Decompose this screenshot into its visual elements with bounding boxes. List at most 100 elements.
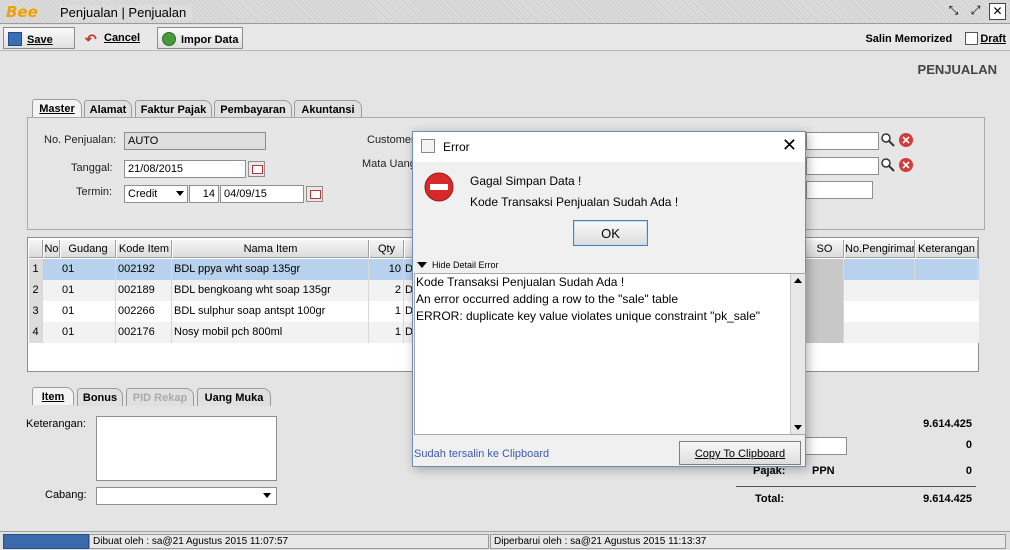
kode-item-cell[interactable]: 002189: [117, 280, 172, 301]
dialog-title-bar: Error ✕: [413, 132, 805, 162]
gudang-cell[interactable]: 01: [61, 280, 116, 301]
tab-master[interactable]: Master: [32, 99, 82, 117]
gudang-cell[interactable]: 01: [61, 301, 116, 322]
tab-akuntansi[interactable]: Akuntansi: [294, 100, 362, 118]
no-penjualan-field: AUTO: [124, 132, 266, 150]
search-icon[interactable]: [880, 132, 897, 149]
updated-by-status: Diperbarui oleh : sa@21 Agustus 2015 11:…: [490, 534, 1006, 549]
error-icon: [424, 172, 454, 205]
col-header-nama-item[interactable]: Nama Item: [173, 240, 369, 258]
keterangan-label: Keterangan:: [26, 418, 86, 430]
row-number: 1: [29, 259, 43, 280]
copy-to-clipboard-button[interactable]: Copy To Clipboard: [679, 441, 801, 465]
total-value: 9.614.425: [923, 493, 972, 505]
termin-days-field[interactable]: 14: [189, 185, 219, 203]
error-message-line2: Kode Transaksi Penjualan Sudah Ada !: [470, 195, 679, 209]
java-icon: [421, 139, 435, 153]
keterangan-textarea[interactable]: [96, 416, 277, 481]
customer-field[interactable]: [806, 132, 879, 150]
so-cell[interactable]: [806, 301, 844, 322]
tanggal-field[interactable]: 21/08/2015: [124, 160, 246, 178]
row-header-corner: [29, 240, 43, 258]
gudang-cell[interactable]: 01: [61, 322, 116, 343]
mata-uang-label: Mata Uang: [362, 158, 416, 170]
no-pengiriman-cell[interactable]: [845, 259, 915, 280]
tab-pembayaran[interactable]: Pembayaran: [214, 100, 292, 118]
termin-label: Termin:: [76, 186, 113, 198]
tab-uang-muka[interactable]: Uang Muka: [197, 388, 271, 406]
salin-memorized-button[interactable]: Salin Memorized: [865, 33, 952, 45]
so-cell[interactable]: [806, 280, 844, 301]
termin-date-field[interactable]: 04/09/15: [220, 185, 304, 203]
tab-bonus[interactable]: Bonus: [77, 388, 123, 406]
progress-indicator: [3, 534, 89, 549]
termin-select[interactable]: Credit: [124, 185, 188, 203]
col-header-keterangan[interactable]: Keterangan: [916, 240, 978, 258]
calendar-icon[interactable]: [306, 186, 323, 202]
nama-item-cell[interactable]: BDL sulphur soap antspt 100gr: [173, 301, 369, 322]
ok-button[interactable]: OK: [573, 220, 648, 246]
draft-checkbox[interactable]: [965, 32, 979, 45]
restore-icon[interactable]: ⤡: [945, 3, 962, 20]
scroll-up-icon[interactable]: [794, 278, 802, 283]
total-label: Total:: [755, 493, 785, 505]
cabang-select[interactable]: [96, 487, 277, 505]
close-icon[interactable]: ✕: [782, 136, 797, 156]
error-detail-textarea[interactable]: Kode Transaksi Penjualan Sudah Ada ! An …: [414, 273, 806, 435]
gudang-cell[interactable]: 01: [61, 259, 116, 280]
qty-cell[interactable]: 1: [370, 301, 404, 322]
close-icon[interactable]: ✕: [989, 3, 1006, 20]
keterangan-cell[interactable]: [916, 259, 978, 280]
status-bar: Dibuat oleh : sa@21 Agustus 2015 11:07:5…: [0, 531, 1010, 550]
row-number: 3: [29, 301, 43, 322]
detail-line: Kode Transaksi Penjualan Sudah Ada !: [416, 275, 625, 289]
nama-item-cell[interactable]: BDL bengkoang wht soap 135gr: [173, 280, 369, 301]
chevron-down-icon: [176, 191, 184, 196]
col-header-gudang[interactable]: Gudang: [61, 240, 116, 258]
col-header-no[interactable]: No: [44, 240, 60, 258]
nama-item-cell[interactable]: BDL ppya wht soap 135gr: [173, 259, 369, 280]
col-header-kode-item[interactable]: Kode Item: [117, 240, 172, 258]
qty-cell[interactable]: 1: [370, 322, 404, 343]
qty-cell[interactable]: 2: [370, 280, 404, 301]
so-cell[interactable]: [806, 259, 844, 280]
kode-item-cell[interactable]: 002266: [117, 301, 172, 322]
extra-field[interactable]: [806, 181, 873, 199]
customer-label: Customer: [367, 134, 415, 146]
cabang-label: Cabang:: [45, 489, 87, 501]
clear-icon[interactable]: [898, 157, 915, 174]
save-button[interactable]: Save: [3, 27, 75, 49]
copied-note: Sudah tersalin ke Clipboard: [414, 448, 550, 460]
maximize-icon[interactable]: ⤢: [967, 3, 984, 20]
app-logo: Bee: [6, 3, 38, 21]
search-icon[interactable]: [880, 157, 897, 174]
qty-cell[interactable]: 10: [370, 259, 404, 280]
detail-line: ERROR: duplicate key value violates uniq…: [416, 309, 761, 323]
import-data-button[interactable]: Impor Data: [157, 27, 243, 49]
scroll-down-icon[interactable]: [794, 425, 802, 430]
col-header-no-pengiriman[interactable]: No.Pengiriman: [845, 240, 915, 258]
vertical-scrollbar[interactable]: [790, 274, 805, 434]
calendar-icon[interactable]: [248, 161, 265, 177]
hide-detail-toggle[interactable]: Hide Detail Error: [417, 260, 499, 270]
row-number: 2: [29, 280, 43, 301]
tab-item[interactable]: Item: [32, 387, 74, 405]
mata-uang-field[interactable]: [806, 157, 879, 175]
window-title: Penjualan | Penjualan: [60, 5, 193, 20]
kode-item-cell[interactable]: 002192: [117, 259, 172, 280]
error-dialog: Error ✕ Gagal Simpan Data ! Kode Transak…: [412, 131, 806, 467]
undo-icon: ↶: [85, 31, 97, 47]
nama-item-cell[interactable]: Nosy mobil pch 800ml: [173, 322, 369, 343]
pajak-value: 0: [965, 465, 972, 477]
title-bar: Bee Penjualan | Penjualan ⤡ ⤢ ✕: [0, 0, 1010, 24]
diskon-field[interactable]: [803, 437, 847, 455]
so-cell[interactable]: [806, 322, 844, 343]
col-header-qty[interactable]: Qty: [370, 240, 404, 258]
col-header-so[interactable]: SO: [806, 240, 844, 258]
cancel-button[interactable]: ↶ Cancel: [80, 27, 152, 49]
draft-label: Draft: [980, 33, 1006, 45]
kode-item-cell[interactable]: 002176: [117, 322, 172, 343]
tab-alamat[interactable]: Alamat: [84, 100, 132, 118]
tab-faktur-pajak[interactable]: Faktur Pajak: [135, 100, 212, 118]
clear-icon[interactable]: [898, 132, 915, 149]
